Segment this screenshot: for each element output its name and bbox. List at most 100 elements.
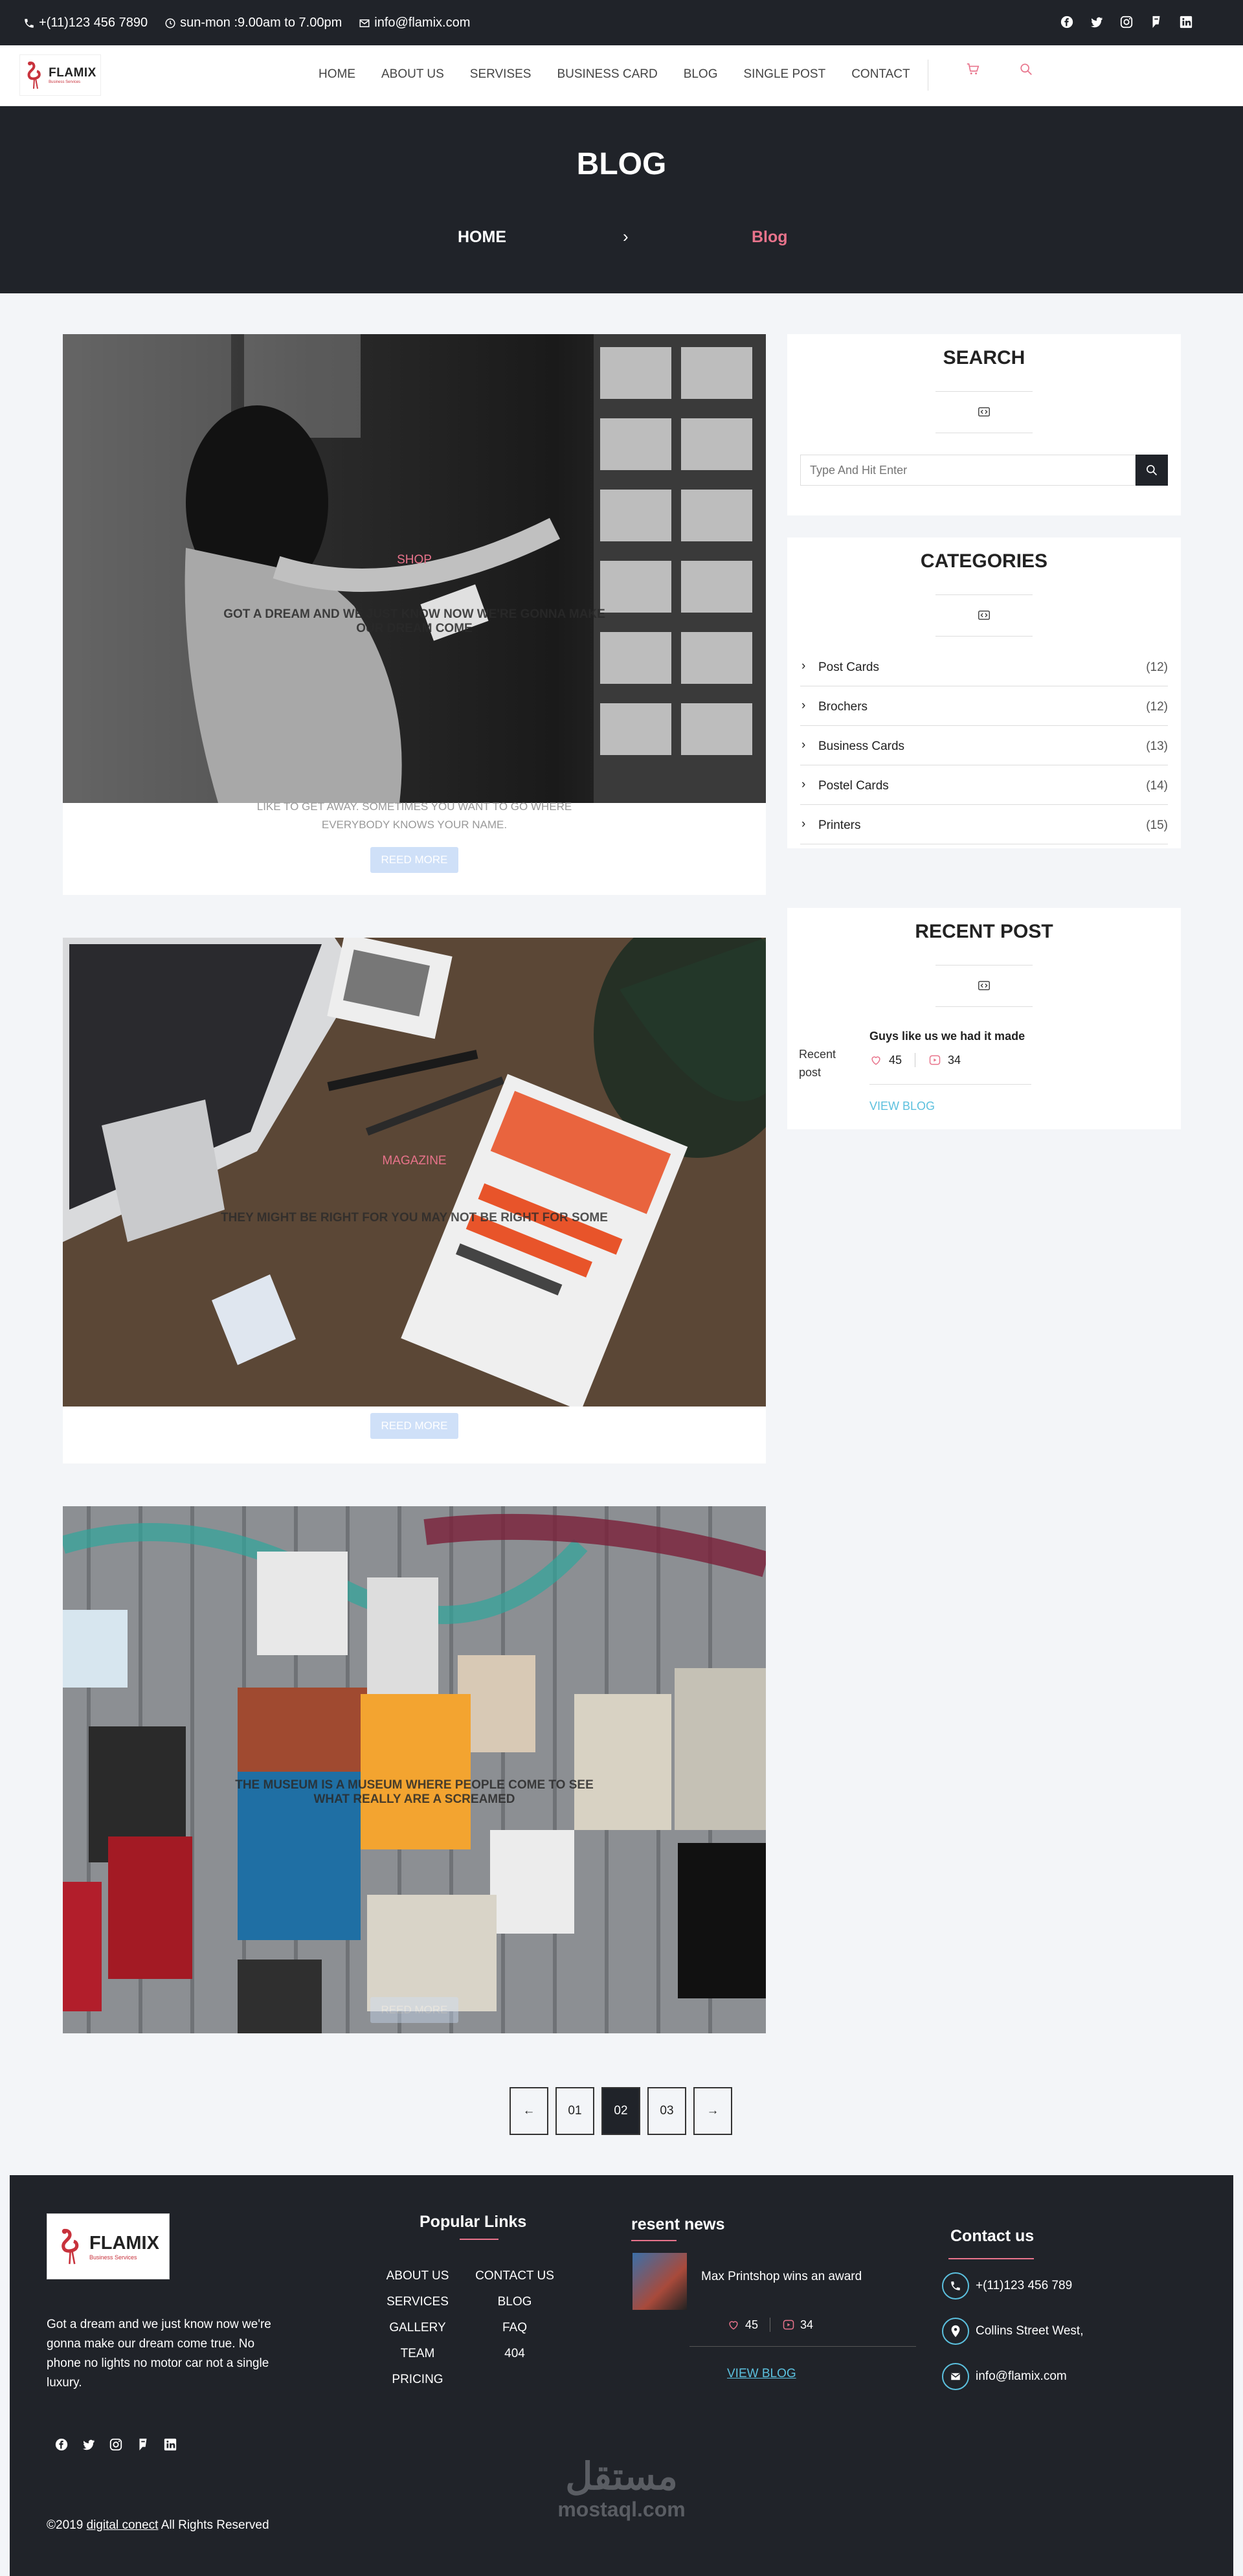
contact-phone[interactable]: +(11)123 456 789 xyxy=(942,2272,1072,2299)
category-item[interactable]: › Printers (15) xyxy=(800,806,1168,844)
instagram-icon[interactable] xyxy=(108,2437,124,2452)
read-more-button[interactable]: REED MORE xyxy=(370,1413,458,1439)
news-item-title[interactable]: Max Printshop wins an award xyxy=(701,2270,862,2284)
topbar-hours: sun-mon :9.00am to 7.00pm xyxy=(164,16,342,30)
footer-contact-title: Contact us xyxy=(950,2227,1035,2245)
footer-link[interactable]: CONTACT US xyxy=(463,2263,566,2289)
page-header: BLOG xyxy=(0,106,1243,293)
recent-post-image[interactable]: Recent post xyxy=(799,1045,857,1081)
category-name: Business Cards xyxy=(818,740,905,753)
post-title[interactable]: THE MUSEUM IS A MUSEUM WHERE PEOPLE COME… xyxy=(218,1778,610,1807)
category-item[interactable]: › Brochers (12) xyxy=(800,687,1168,726)
pagination-prev[interactable]: ← xyxy=(510,2087,548,2135)
footer-link[interactable]: SERVICES xyxy=(372,2289,463,2315)
category-count: (14) xyxy=(1146,779,1168,793)
instagram-icon[interactable] xyxy=(1119,14,1134,30)
pagination-page-active[interactable]: 02 xyxy=(601,2087,640,2135)
post-image[interactable] xyxy=(63,1506,766,2033)
topbar-email-text: info@flamix.com xyxy=(374,16,471,30)
top-bar: +(11)123 456 7890 sun-mon :9.00am to 7.0… xyxy=(0,0,1243,45)
read-more-button[interactable]: REED MORE xyxy=(370,1997,458,2023)
contact-email[interactable]: info@flamix.com xyxy=(942,2363,1067,2390)
eye-icon xyxy=(783,2320,794,2330)
page-title: BLOG xyxy=(576,147,667,181)
category-item[interactable]: › Business Cards (13) xyxy=(800,727,1168,765)
read-more-button[interactable]: REED MORE xyxy=(370,847,458,873)
footer-link[interactable]: 404 xyxy=(463,2341,566,2367)
nav-item-services[interactable]: SERVISES xyxy=(470,67,532,82)
chevron-right-icon: › xyxy=(801,659,806,673)
search-icon[interactable] xyxy=(1019,62,1033,80)
topbar-email[interactable]: info@flamix.com xyxy=(359,16,470,30)
category-name: Printers xyxy=(818,819,861,832)
chevron-right-icon: › xyxy=(801,817,806,831)
nav-item-home[interactable]: HOME xyxy=(319,67,355,82)
twitter-icon[interactable] xyxy=(81,2437,96,2452)
pagination-page[interactable]: 03 xyxy=(647,2087,686,2135)
category-count: (12) xyxy=(1146,700,1168,714)
category-name: Postel Cards xyxy=(818,779,889,793)
footer-link[interactable]: FAQ xyxy=(463,2315,566,2341)
topbar-phone[interactable]: +(11)123 456 7890 xyxy=(23,16,148,30)
recent-post-divider xyxy=(869,1084,1031,1085)
post-image[interactable] xyxy=(63,334,766,803)
nav-item-single-post[interactable]: SINGLE POST xyxy=(744,67,826,82)
footer-view-blog-link[interactable]: VIEW BLOG xyxy=(727,2367,796,2381)
news-divider xyxy=(689,2346,916,2347)
topbar-phone-text: +(11)123 456 7890 xyxy=(39,16,148,30)
footer-logo-text: FLAMIX xyxy=(89,2232,159,2254)
breadcrumb-home[interactable]: HOME xyxy=(458,228,506,247)
pagination-next[interactable]: → xyxy=(693,2087,732,2135)
recent-post-widget: RECENT POST Recent post Guys like us we … xyxy=(787,908,1181,1129)
view-blog-link[interactable]: VIEW BLOG xyxy=(869,1100,935,1113)
likes-count: 45 xyxy=(889,1053,902,1067)
linkedin-icon[interactable] xyxy=(162,2437,178,2452)
footer-links-right: CONTACT US BLOG FAQ 404 xyxy=(463,2263,566,2367)
post-title[interactable]: GOT A DREAM AND WE JUST KNOW NOW WE'RE G… xyxy=(218,607,610,636)
footer-logo-tagline: Business Services xyxy=(89,2254,137,2261)
post-title[interactable]: THEY MIGHT BE RIGHT FOR YOU MAY NOT BE R… xyxy=(205,1211,623,1225)
footer-link[interactable]: BLOG xyxy=(463,2289,566,2315)
nav-item-blog[interactable]: BLOG xyxy=(684,67,718,82)
post-category[interactable]: MAGAZINE xyxy=(63,1154,766,1168)
news-thumbnail[interactable] xyxy=(633,2253,687,2310)
foursquare-icon[interactable] xyxy=(135,2437,151,2452)
social-links xyxy=(1059,14,1194,30)
contact-email-text: info@flamix.com xyxy=(976,2369,1067,2383)
post-excerpt: LIKE TO GET AWAY. SOMETIMES YOU WANT TO … xyxy=(256,800,572,831)
site-logo[interactable]: FLAMIX Business Services xyxy=(19,54,101,96)
footer-links-left: ABOUT US SERVICES GALLERY TEAM PRICING xyxy=(372,2263,463,2393)
linkedin-icon[interactable] xyxy=(1178,14,1194,30)
facebook-icon[interactable] xyxy=(1059,14,1075,30)
nav-item-business-card[interactable]: BUSINESS CARD xyxy=(557,67,657,82)
footer-link[interactable]: ABOUT US xyxy=(372,2263,463,2289)
category-item[interactable]: › Postel Cards (14) xyxy=(800,766,1168,805)
pagination-page[interactable]: 01 xyxy=(555,2087,594,2135)
footer-logo[interactable]: FLAMIX Business Services xyxy=(47,2213,170,2279)
nav-item-contact[interactable]: CONTACT xyxy=(851,67,910,82)
search-input[interactable] xyxy=(800,455,1136,486)
footer-about: Got a dream and we just know now we're g… xyxy=(47,2318,271,2390)
post-image[interactable] xyxy=(63,938,766,1407)
nav-item-about[interactable]: ABOUT US xyxy=(381,67,444,82)
logo-text: FLAMIX xyxy=(49,66,96,80)
footer-link[interactable]: GALLERY xyxy=(372,2315,463,2341)
cart-icon[interactable] xyxy=(966,62,980,80)
copyright-link[interactable]: digital conect xyxy=(87,2518,159,2532)
footer-link[interactable]: PRICING xyxy=(372,2367,463,2393)
search-icon xyxy=(1147,465,1158,476)
envelope-icon xyxy=(359,19,370,27)
foursquare-icon[interactable] xyxy=(1148,14,1164,30)
news-views: 34 xyxy=(800,2318,814,2331)
facebook-icon[interactable] xyxy=(54,2437,69,2452)
category-count: (15) xyxy=(1146,819,1168,832)
category-count: (12) xyxy=(1146,661,1168,674)
footer-title-underline xyxy=(631,2240,677,2241)
search-button[interactable] xyxy=(1136,455,1168,486)
twitter-icon[interactable] xyxy=(1089,14,1104,30)
recent-post-title[interactable]: Guys like us we had it made xyxy=(869,1030,1025,1043)
contact-address-text: Collins Street West, xyxy=(976,2324,1084,2338)
post-category[interactable]: SHOP xyxy=(63,553,766,567)
footer-link[interactable]: TEAM xyxy=(372,2341,463,2367)
category-item[interactable]: › Post Cards (12) xyxy=(800,648,1168,686)
